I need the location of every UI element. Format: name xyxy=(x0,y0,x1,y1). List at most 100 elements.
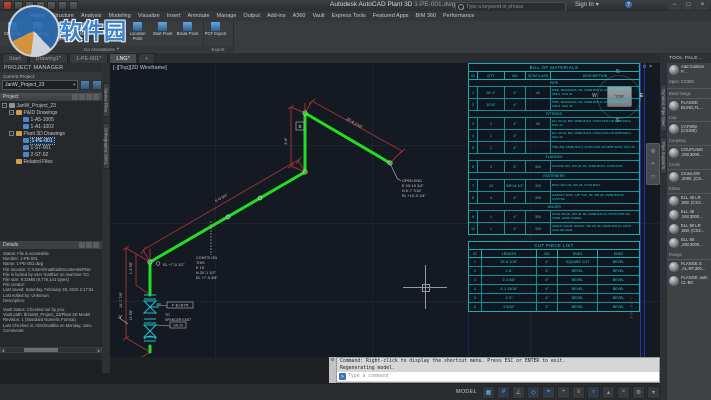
ribbon-tab[interactable]: BIM 360 xyxy=(416,13,436,19)
palette-item[interactable]: FLANGE S ,AL,RF,300... xyxy=(667,260,711,274)
ribbon-tab[interactable]: Analysis xyxy=(81,13,101,19)
file-tab[interactable]: + xyxy=(138,53,155,63)
ribbon-tab[interactable]: Output xyxy=(243,13,260,19)
current-project-dropdown[interactable]: JanW_Project_23 ▾ xyxy=(2,80,78,90)
ribbon-button[interactable]: Floor Symbol xyxy=(50,21,75,45)
minimize-button[interactable]: − xyxy=(668,0,681,10)
palette-item[interactable]: Coupling xyxy=(667,136,711,146)
tree-item[interactable]: − JanW_Project_23 xyxy=(0,102,102,109)
tree-item[interactable]: 2-ST-02 xyxy=(0,151,102,158)
details-toolbar-icon[interactable] xyxy=(79,242,85,248)
palette-item[interactable]: ELL 90 ,SW,3000... xyxy=(667,236,711,250)
file-tab[interactable]: LNG* xyxy=(109,53,136,63)
tree-item[interactable]: 1-ST-001 xyxy=(0,144,102,151)
status-toggle-icon[interactable]: ◇ xyxy=(527,386,540,399)
palette-item[interactable]: FLANGE ,with CL-BC xyxy=(667,274,711,288)
ribbon-tab[interactable]: Annotate xyxy=(188,13,210,19)
file-tab[interactable]: 1-PE-001* xyxy=(69,53,108,63)
status-toggle-icon[interactable]: ≡ xyxy=(572,386,585,399)
status-toggle-icon[interactable]: ○ xyxy=(587,386,600,399)
tree-toolbar-icon[interactable] xyxy=(79,94,85,100)
palette-item[interactable]: Flange xyxy=(667,250,711,260)
help-icon[interactable]: ? xyxy=(625,1,632,8)
palette-item[interactable]: Add Custom P... xyxy=(667,63,711,77)
pcf-export-button[interactable]: PCF Export xyxy=(203,21,228,45)
status-toggle-icon[interactable]: × xyxy=(617,386,630,399)
status-toggle-icon[interactable]: ▾ xyxy=(647,386,660,399)
tree-item[interactable]: − Plant 3D Drawings xyxy=(0,130,102,137)
print-icon[interactable] xyxy=(47,1,56,10)
palette-side-tab[interactable]: Dynamic Pipe Spec xyxy=(660,84,667,132)
palette-item[interactable]: ELL 45 LR ,BW, (CS3... xyxy=(667,194,711,208)
file-tab[interactable]: Start xyxy=(2,53,28,63)
status-toggle-icon[interactable]: + xyxy=(557,386,570,399)
open-project-icon[interactable] xyxy=(92,80,102,90)
status-toggle-icon[interactable]: ▴ xyxy=(602,386,615,399)
ribbon-button[interactable]: Start Point xyxy=(150,21,175,45)
tree-item[interactable]: Related Files xyxy=(0,158,102,165)
palette-item[interactable]: Cap xyxy=(667,113,711,123)
maximize-button[interactable]: □ xyxy=(682,0,695,10)
status-toggle-icon[interactable]: ∠ xyxy=(512,386,525,399)
palette-item[interactable]: ELL 45 ,SW,3000... xyxy=(667,208,711,222)
panel-side-tab[interactable]: Orthographic DWG xyxy=(103,123,110,170)
tree-item[interactable]: 1-A1-1002 xyxy=(0,123,102,130)
ribbon-tab[interactable]: A360 xyxy=(293,13,306,19)
search-box[interactable]: Type a keyword or phrase xyxy=(455,2,566,12)
new-file-icon[interactable] xyxy=(14,1,23,10)
save-icon[interactable] xyxy=(36,1,45,10)
tree-item[interactable]: 1-A5-1005 xyxy=(0,116,102,123)
ribbon-tab[interactable]: Featured Apps xyxy=(373,13,409,19)
status-toggle-icon[interactable]: # xyxy=(497,386,510,399)
details-toolbar-icon[interactable] xyxy=(93,242,99,248)
customize-icon[interactable]: ⚙ xyxy=(330,357,334,363)
command-line-window[interactable]: Command: Right-click to display the shor… xyxy=(336,357,660,383)
tree-toolbar-icon[interactable] xyxy=(86,94,92,100)
file-tab[interactable]: Drawing1* xyxy=(29,53,68,63)
ribbon-button[interactable]: Flow Arrow xyxy=(75,21,100,45)
drawing-canvas[interactable]: 1-PE-001 [-][Top][2D Wireframe] − □ × TO… xyxy=(110,63,660,357)
command-input[interactable]: > Type a command xyxy=(337,372,659,381)
scrollbar-thumb[interactable] xyxy=(24,348,58,352)
panel-horizontal-scrollbar[interactable]: ◂ ▸ xyxy=(0,347,102,353)
status-toggle-icon[interactable]: ⚙ xyxy=(632,386,645,399)
palette-side-tab[interactable]: Pipe Supports xyxy=(660,137,667,174)
details-toolbar-icon[interactable] xyxy=(86,242,92,248)
ribbon-button[interactable]: Break Point xyxy=(175,21,200,45)
ribbon-tab[interactable]: Add-ins xyxy=(267,13,286,19)
palette-item[interactable]: COUPLING ,SW,3000... xyxy=(667,146,711,160)
palette-item[interactable]: Cross xyxy=(667,160,711,170)
model-space-label[interactable]: MODEL xyxy=(456,389,477,395)
palette-title[interactable]: TOOL PALE... xyxy=(667,54,711,63)
ribbon-tab[interactable]: Express Tools xyxy=(332,13,366,19)
ribbon-tab[interactable]: Structure xyxy=(52,13,74,19)
palette-item[interactable]: Blind flange xyxy=(667,89,711,99)
app-logo-icon[interactable] xyxy=(3,1,12,10)
panel-side-tab[interactable]: Source Files xyxy=(103,83,110,117)
tree-toolbar-icon[interactable] xyxy=(93,94,99,100)
tree-expander-icon[interactable]: − xyxy=(9,110,14,115)
ribbon-tab[interactable]: Modeling xyxy=(108,13,130,19)
ribbon-tab[interactable]: Performance xyxy=(443,13,475,19)
status-toggle-icon[interactable]: ⌖ xyxy=(542,386,555,399)
ribbon-tab[interactable]: Manage xyxy=(217,13,237,19)
palette-item[interactable]: ELL 90 LR ,BW, (CS3... xyxy=(667,222,711,236)
palette-item[interactable]: Spec: CS300 xyxy=(667,77,711,89)
redo-icon[interactable] xyxy=(69,1,78,10)
ribbon-tab[interactable]: Home xyxy=(30,13,45,19)
tree-expander-icon[interactable]: − xyxy=(9,131,14,136)
palette-item[interactable]: Elbow xyxy=(667,184,711,194)
ribbon-group-label[interactable]: Iso Annotations▾ xyxy=(0,46,203,52)
ribbon-button[interactable]: Location Point xyxy=(125,21,150,45)
ribbon-button[interactable]: Iso Message xyxy=(25,21,50,45)
palette-item[interactable]: Cross,SW ,3000 ,(CS... xyxy=(667,170,711,184)
command-line-options[interactable]: ⚙ xyxy=(329,357,336,383)
open-file-icon[interactable] xyxy=(25,1,34,10)
tree-item[interactable]: 1-PE-001 xyxy=(0,137,102,144)
undo-icon[interactable] xyxy=(58,1,67,10)
ribbon-button[interactable]: Insulation Symbol xyxy=(100,21,125,45)
ribbon-button[interactable]: CF to Iso xyxy=(0,21,25,45)
ribbon-tab[interactable]: Visualize xyxy=(138,13,160,19)
ribbon-tab[interactable]: Insert xyxy=(167,13,181,19)
tree-toolbar-icon[interactable] xyxy=(72,94,78,100)
